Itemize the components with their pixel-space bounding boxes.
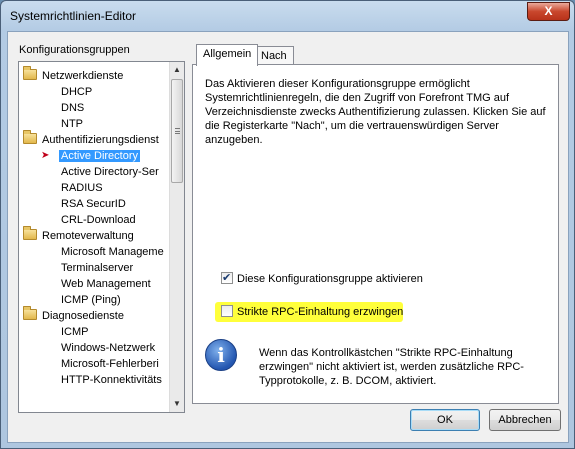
tree-leaf-rsa-securid[interactable]: RSA SecurID xyxy=(59,196,128,212)
red-arrow-icon: ➤ xyxy=(41,150,50,161)
window-title: Systemrichtlinien-Editor xyxy=(10,9,137,23)
checkbox-box[interactable] xyxy=(221,305,233,317)
checkbox-box[interactable] xyxy=(221,270,233,286)
tree-node-authentifizierungsdienste[interactable]: Authentifizierungsdienst xyxy=(23,130,161,148)
folder-icon xyxy=(23,226,37,240)
activate-group-checkbox[interactable]: Diese Konfigurationsgruppe aktivieren xyxy=(221,270,423,287)
tree-scrollbar[interactable]: ▲ ▼ xyxy=(169,62,184,412)
info-icon: i xyxy=(205,339,237,371)
tree-leaf-terminalserver[interactable]: Terminalserver xyxy=(59,260,135,276)
folder-icon xyxy=(23,66,37,80)
dialog-client: Konfigurationsgruppen Netzwerkdienste DH… xyxy=(7,31,569,443)
tree-leaf-active-directory[interactable]: Active Directory xyxy=(59,148,141,164)
tab-nach[interactable]: Nach xyxy=(254,46,294,66)
tree-node-remoteverwaltung[interactable]: Remoteverwaltung xyxy=(23,226,136,244)
tree-leaf-dns[interactable]: DNS xyxy=(59,100,86,116)
grip-icon xyxy=(175,128,180,134)
config-group-tree[interactable]: Netzwerkdienste DHCP DNS NTP Authentifiz… xyxy=(18,61,185,413)
tab-panel-allgemein: Das Aktivieren dieser Konfigurationsgrup… xyxy=(192,64,559,404)
strict-rpc-checkbox[interactable]: Strikte RPC-Einhaltung erzwingen xyxy=(221,304,403,320)
tree-leaf-dhcp[interactable]: DHCP xyxy=(59,84,94,100)
tree-node-netzwerkdienste[interactable]: Netzwerkdienste xyxy=(23,66,125,84)
scroll-up-button[interactable]: ▲ xyxy=(170,62,184,77)
tree-leaf-http-konnektivitaet[interactable]: HTTP-Konnektivitäts xyxy=(59,372,164,388)
tree-leaf-microsoft-fehlerberichterstattung[interactable]: Microsoft-Fehlerberi xyxy=(59,356,161,372)
ok-button[interactable]: OK xyxy=(410,409,480,431)
tree-leaf-crl-download[interactable]: CRL-Download xyxy=(59,212,138,228)
checkbox-label: Diese Konfigurationsgruppe aktivieren xyxy=(237,273,423,285)
tree-leaf-microsoft-management[interactable]: Microsoft Manageme xyxy=(59,244,166,260)
tree-leaf-web-management[interactable]: Web Management xyxy=(59,276,153,292)
scroll-thumb[interactable] xyxy=(171,79,183,183)
tree-label: Konfigurationsgruppen xyxy=(19,44,130,56)
folder-icon xyxy=(23,130,37,144)
close-button[interactable]: X xyxy=(527,2,570,21)
dialog-window: Systemrichtlinien-Editor X Konfiguration… xyxy=(0,0,575,449)
scroll-down-button[interactable]: ▼ xyxy=(170,396,184,411)
title-bar[interactable]: Systemrichtlinien-Editor X xyxy=(1,1,574,31)
tree-leaf-icmp[interactable]: ICMP xyxy=(59,324,91,340)
cancel-button[interactable]: Abbrechen xyxy=(489,409,561,431)
tab-allgemein[interactable]: Allgemein xyxy=(196,44,259,66)
tree-leaf-radius[interactable]: RADIUS xyxy=(59,180,105,196)
tree-leaf-active-directory-server[interactable]: Active Directory-Ser xyxy=(59,164,161,180)
info-text: Wenn das Kontrollkästchen "Strikte RPC-E… xyxy=(259,347,524,387)
description-text: Das Aktivieren dieser Konfigurationsgrup… xyxy=(205,78,546,146)
folder-icon xyxy=(23,306,37,320)
tree-node-diagnosedienste[interactable]: Diagnosedienste xyxy=(23,306,126,324)
tree-leaf-icmp-ping[interactable]: ICMP (Ping) xyxy=(59,292,123,308)
checkbox-label: Strikte RPC-Einhaltung erzwingen xyxy=(237,306,404,318)
tree-leaf-ntp[interactable]: NTP xyxy=(59,116,85,132)
tree-leaf-windows-netzwerk[interactable]: Windows-Netzwerk xyxy=(59,340,157,356)
